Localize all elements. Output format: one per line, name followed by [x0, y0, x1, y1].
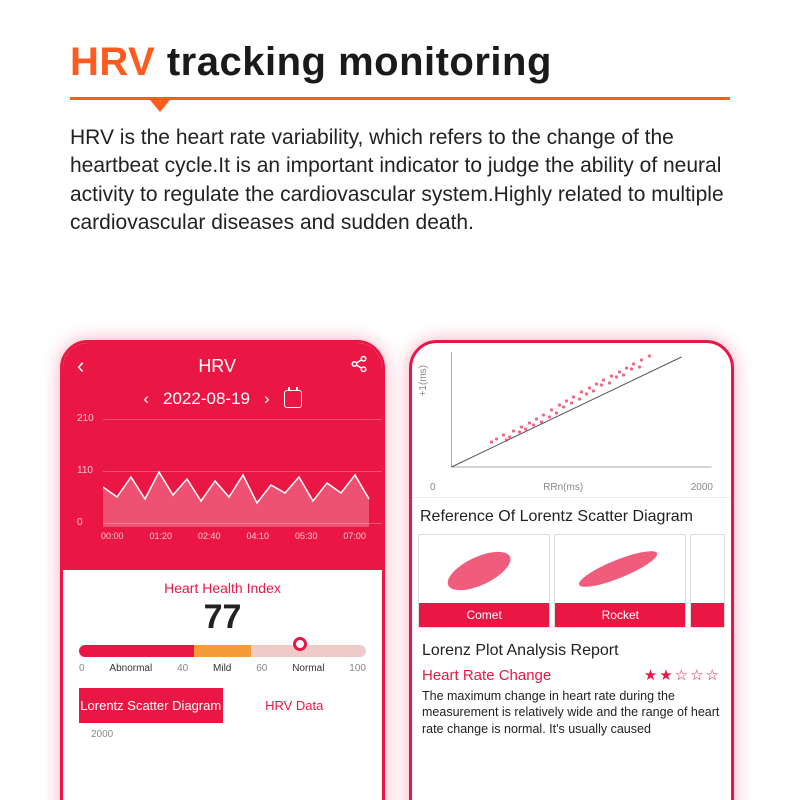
hrv-line-chart: 210 110 0 00:00 01:20 02:40 04:10 05:3 — [77, 409, 368, 554]
meter-scale: 0 Abnormal 40 Mild 60 Normal 100 — [79, 663, 366, 674]
scatter-x-axis: 0 RRn(ms) 2000 — [420, 482, 723, 497]
phone-mockups: ‹ HRV ‹ 2022-08-19 › 210 110 0 — [60, 340, 740, 800]
x-tick: 00:00 — [101, 531, 124, 541]
chart-y-axis: 210 110 0 — [77, 417, 368, 527]
x-tick: 04:10 — [246, 531, 269, 541]
selected-date[interactable]: 2022-08-19 — [163, 389, 250, 409]
phone-hrv-screen: ‹ HRV ‹ 2022-08-19 › 210 110 0 — [60, 340, 385, 800]
meter-pin — [293, 637, 307, 651]
x-tick: 01:20 — [149, 531, 172, 541]
reference-plot — [555, 535, 685, 603]
scatter-y-label: +1(ms) — [418, 365, 429, 396]
back-icon[interactable]: ‹ — [77, 353, 84, 379]
rating-stars: ★★☆☆☆ — [644, 666, 721, 684]
scale-num: 60 — [256, 663, 267, 674]
scale-num: 100 — [349, 663, 366, 674]
tab-bar: Lorentz Scatter Diagram HRV Data — [79, 688, 366, 723]
marketing-page: HRV tracking monitoring HRV is the heart… — [0, 0, 800, 800]
heart-rate-change-label: Heart Rate Change — [422, 667, 551, 684]
y-tick: 0 — [77, 517, 83, 528]
date-selector: ‹ 2022-08-19 › — [77, 389, 368, 409]
reference-title: Reference Of Lorentz Scatter Diagram — [412, 497, 731, 534]
headline: HRV tracking monitoring — [70, 40, 730, 85]
x-axis-label: RRn(ms) — [543, 482, 583, 493]
lorentz-y-tick: 2000 — [79, 723, 366, 740]
reference-card-more[interactable] — [690, 534, 725, 628]
heart-health-index-label: Heart Health Index — [79, 580, 366, 596]
calendar-icon[interactable] — [284, 390, 302, 408]
scale-label: Mild — [213, 663, 231, 674]
share-icon[interactable] — [350, 355, 368, 378]
headline-accent: HRV — [70, 40, 155, 84]
heart-rate-change-row: Heart Rate Change ★★☆☆☆ — [412, 666, 731, 684]
scale-num: 0 — [79, 663, 85, 674]
tab-hrv-data[interactable]: HRV Data — [223, 688, 367, 723]
reference-label — [691, 603, 724, 627]
tab-lorentz[interactable]: Lorentz Scatter Diagram — [79, 688, 223, 723]
reference-cards[interactable]: Comet Rocket — [412, 534, 731, 628]
hrv-body: Heart Health Index 77 0 Abnormal 40 Mild… — [63, 570, 382, 740]
health-index-meter — [79, 645, 366, 657]
x-tick: 07:00 — [343, 531, 366, 541]
scatter-svg — [420, 347, 723, 477]
report-body-text: The maximum change in heart rate during … — [412, 684, 731, 737]
reference-plot — [419, 535, 549, 603]
x-tick: 05:30 — [295, 531, 318, 541]
hrv-top-panel: ‹ HRV ‹ 2022-08-19 › 210 110 0 — [63, 343, 382, 570]
scale-num: 40 — [177, 663, 188, 674]
reference-card-comet[interactable]: Comet — [418, 534, 550, 628]
scatter-points — [490, 354, 651, 443]
headline-rule — [70, 97, 730, 100]
sparkline — [103, 417, 373, 527]
date-prev-icon[interactable]: ‹ — [143, 389, 149, 409]
report-title: Lorenz Plot Analysis Report — [412, 628, 731, 666]
description-text: HRV is the heart rate variability, which… — [70, 124, 730, 237]
reference-card-rocket[interactable]: Rocket — [554, 534, 686, 628]
date-next-icon[interactable]: › — [264, 389, 270, 409]
heart-health-index-value: 77 — [79, 598, 366, 637]
y-tick: 210 — [77, 413, 94, 424]
title-bar: ‹ HRV — [77, 353, 368, 379]
y-tick: 110 — [77, 465, 93, 476]
x-tick: 02:40 — [198, 531, 221, 541]
reference-label: Rocket — [555, 603, 685, 627]
reference-label: Comet — [419, 603, 549, 627]
reference-plot — [691, 535, 724, 603]
scale-label: Normal — [292, 663, 324, 674]
x-tick: 0 — [430, 482, 436, 493]
scale-label: Abnormal — [109, 663, 152, 674]
scatter-plot: +1(ms) 0 RRn(ms) 2000 — [412, 343, 731, 497]
x-tick: 2000 — [691, 482, 713, 493]
screen-title: HRV — [198, 356, 236, 377]
phone-lorenz-screen: +1(ms) 0 RRn(ms) 2000 — [409, 340, 734, 800]
headline-rest: tracking monitoring — [155, 40, 552, 84]
lorenz-body: +1(ms) 0 RRn(ms) 2000 — [412, 343, 731, 737]
chart-x-axis: 00:00 01:20 02:40 04:10 05:30 07:00 — [77, 531, 368, 541]
